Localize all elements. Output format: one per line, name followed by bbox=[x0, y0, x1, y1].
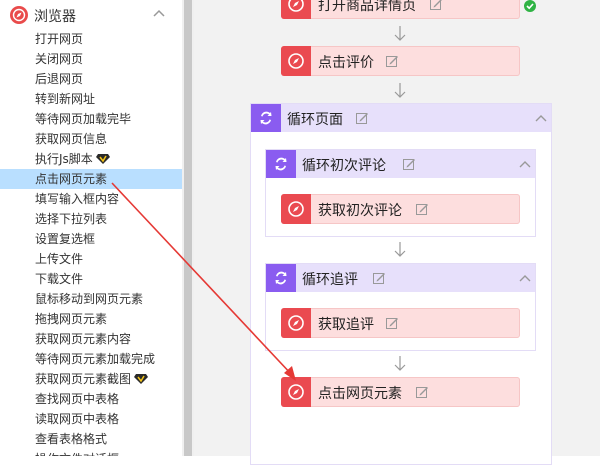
sidebar-item[interactable]: 拖拽网页元素 bbox=[0, 309, 182, 329]
command-panel: 浏览器 打开网页关闭网页后退网页转到新网址等待网页加载完毕 获取网页信息 执行Js脚… bbox=[0, 0, 182, 456]
sidebar-item[interactable]: 打开网页 bbox=[0, 29, 182, 49]
sidebar-item[interactable]: 查找网页中表格 bbox=[0, 389, 182, 409]
browser-compass-icon bbox=[10, 6, 28, 24]
sidebar-scrollbar[interactable] bbox=[182, 0, 194, 456]
flow-step-get-first-review[interactable]: 获取初次评论 bbox=[281, 194, 520, 224]
sidebar-item[interactable]: 等待网页元素加载完成 bbox=[0, 349, 182, 369]
step-label: 打开商品详情页 bbox=[318, 0, 416, 14]
flow-arrow-down bbox=[394, 26, 406, 41]
sidebar-item-label: 填写输入框内容 bbox=[35, 192, 120, 206]
step-label: 点击评价 bbox=[318, 55, 374, 71]
chevron-up-icon[interactable] bbox=[534, 112, 548, 124]
sidebar-item[interactable]: 转到新网址 bbox=[0, 89, 182, 109]
sidebar-item[interactable]: 后退网页 bbox=[0, 69, 182, 89]
edit-icon[interactable] bbox=[385, 316, 399, 330]
loop-label: 循环页面 bbox=[287, 112, 343, 128]
sidebar-item[interactable]: 填写输入框内容 bbox=[0, 189, 182, 209]
scrollbar-thumb[interactable] bbox=[184, 0, 192, 456]
sidebar-item-label: 下载文件 bbox=[35, 272, 84, 286]
sidebar-item-label: 查看表格格式 bbox=[35, 432, 108, 446]
sidebar-item-label: 操作文件对话框 bbox=[35, 452, 119, 456]
sidebar-item-label: 关闭网页 bbox=[35, 52, 84, 66]
loop-header[interactable]: 循环追评 bbox=[266, 264, 535, 292]
sidebar-item[interactable]: 操作文件对话框 bbox=[0, 449, 182, 456]
sidebar-item-label: 读取网页中表格 bbox=[35, 412, 120, 426]
edit-icon[interactable] bbox=[355, 111, 369, 125]
sidebar-item[interactable]: 关闭网页 bbox=[0, 49, 182, 69]
sidebar-item-label: 获取网页元素截图 bbox=[35, 372, 132, 386]
compass-icon bbox=[281, 46, 311, 76]
panel-header[interactable]: 浏览器 bbox=[0, 0, 182, 30]
sidebar-item[interactable]: 获取网页元素内容 bbox=[0, 329, 182, 349]
sidebar-item[interactable]: 执行Js脚本 bbox=[0, 149, 182, 169]
compass-icon bbox=[281, 377, 311, 407]
sidebar-item[interactable]: 等待网页加载完毕 bbox=[0, 109, 182, 129]
sidebar-item[interactable]: 上传文件 bbox=[0, 249, 182, 269]
sidebar-item-label: 等待网页元素加载完成 bbox=[35, 352, 156, 366]
compass-icon bbox=[281, 308, 311, 338]
sidebar-item[interactable]: 读取网页中表格 bbox=[0, 409, 182, 429]
edit-icon[interactable] bbox=[385, 54, 399, 68]
edit-icon[interactable] bbox=[372, 271, 386, 285]
sidebar-item-label: 拖拽网页元素 bbox=[35, 312, 108, 326]
sidebar-item[interactable]: 获取网页元素截图 bbox=[0, 369, 182, 389]
sidebar-item-label: 上传文件 bbox=[35, 252, 84, 266]
loop-label: 循环追评 bbox=[302, 272, 358, 288]
loop-icon bbox=[266, 264, 296, 292]
flow-arrow-down bbox=[394, 83, 406, 98]
step-label: 获取初次评论 bbox=[318, 203, 402, 219]
flow-step-get-follow-review[interactable]: 获取追评 bbox=[281, 308, 520, 338]
loop-label: 循环初次评论 bbox=[302, 158, 386, 174]
sidebar-item[interactable]: 下载文件 bbox=[0, 269, 182, 289]
sidebar-item[interactable]: 查看表格格式 bbox=[0, 429, 182, 449]
step-label: 获取追评 bbox=[318, 317, 374, 333]
sidebar-item-label: 设置复选框 bbox=[35, 232, 96, 246]
chevron-up-icon[interactable] bbox=[518, 158, 532, 170]
loop-icon bbox=[266, 150, 296, 178]
sidebar-item-label: 选择下拉列表 bbox=[35, 212, 108, 226]
step-label: 点击网页元素 bbox=[318, 386, 402, 402]
panel-title: 浏览器 bbox=[34, 9, 76, 25]
chevron-up-icon[interactable] bbox=[152, 7, 166, 21]
vip-diamond-icon bbox=[134, 374, 149, 384]
flow-arrow-down bbox=[394, 356, 406, 371]
loop-header[interactable]: 循环页面 bbox=[251, 104, 551, 132]
compass-icon bbox=[281, 0, 311, 19]
sidebar-item-label: 查找网页中表格 bbox=[35, 392, 120, 406]
chevron-up-icon[interactable] bbox=[518, 272, 532, 284]
sidebar-item-label: 鼠标移动到网页元素 bbox=[35, 292, 144, 306]
vip-diamond-icon bbox=[95, 154, 110, 164]
flow-step-click-review[interactable]: 点击评价 bbox=[281, 46, 520, 76]
flow-arrow-down bbox=[394, 242, 406, 257]
edit-icon[interactable] bbox=[415, 385, 429, 399]
loop-header[interactable]: 循环初次评论 bbox=[266, 150, 535, 178]
sidebar-item[interactable]: 点击网页元素 bbox=[0, 169, 182, 189]
edit-icon[interactable] bbox=[429, 0, 443, 11]
sidebar-item[interactable]: 设置复选框 bbox=[0, 229, 182, 249]
sidebar-item[interactable]: 鼠标移动到网页元素 bbox=[0, 289, 182, 309]
flow-step-click-element[interactable]: 点击网页元素 bbox=[281, 377, 520, 407]
check-circle-icon bbox=[524, 0, 536, 12]
loop-icon bbox=[251, 104, 281, 132]
sidebar-item[interactable]: 获取网页信息 bbox=[0, 129, 182, 149]
sidebar-item-label: 点击网页元素 bbox=[35, 172, 108, 186]
edit-icon[interactable] bbox=[415, 202, 429, 216]
sidebar-item-label: 执行Js脚本 bbox=[35, 152, 93, 166]
sidebar-item-label: 后退网页 bbox=[35, 72, 84, 86]
flow-step-open-detail[interactable]: 打开商品详情页 bbox=[281, 0, 520, 19]
edit-icon[interactable] bbox=[402, 157, 416, 171]
sidebar-item-label: 转到新网址 bbox=[35, 92, 96, 106]
compass-icon bbox=[281, 194, 311, 224]
sidebar-item-label: 等待网页加载完毕 bbox=[35, 112, 132, 126]
sidebar-item-label: 获取网页信息 bbox=[35, 132, 108, 146]
sidebar-item-label: 打开网页 bbox=[35, 32, 84, 46]
sidebar-item-label: 获取网页元素内容 bbox=[35, 332, 132, 346]
sidebar-item[interactable]: 选择下拉列表 bbox=[0, 209, 182, 229]
command-list: 打开网页关闭网页后退网页转到新网址等待网页加载完毕 获取网页信息 执行Js脚本点击网… bbox=[0, 29, 182, 456]
